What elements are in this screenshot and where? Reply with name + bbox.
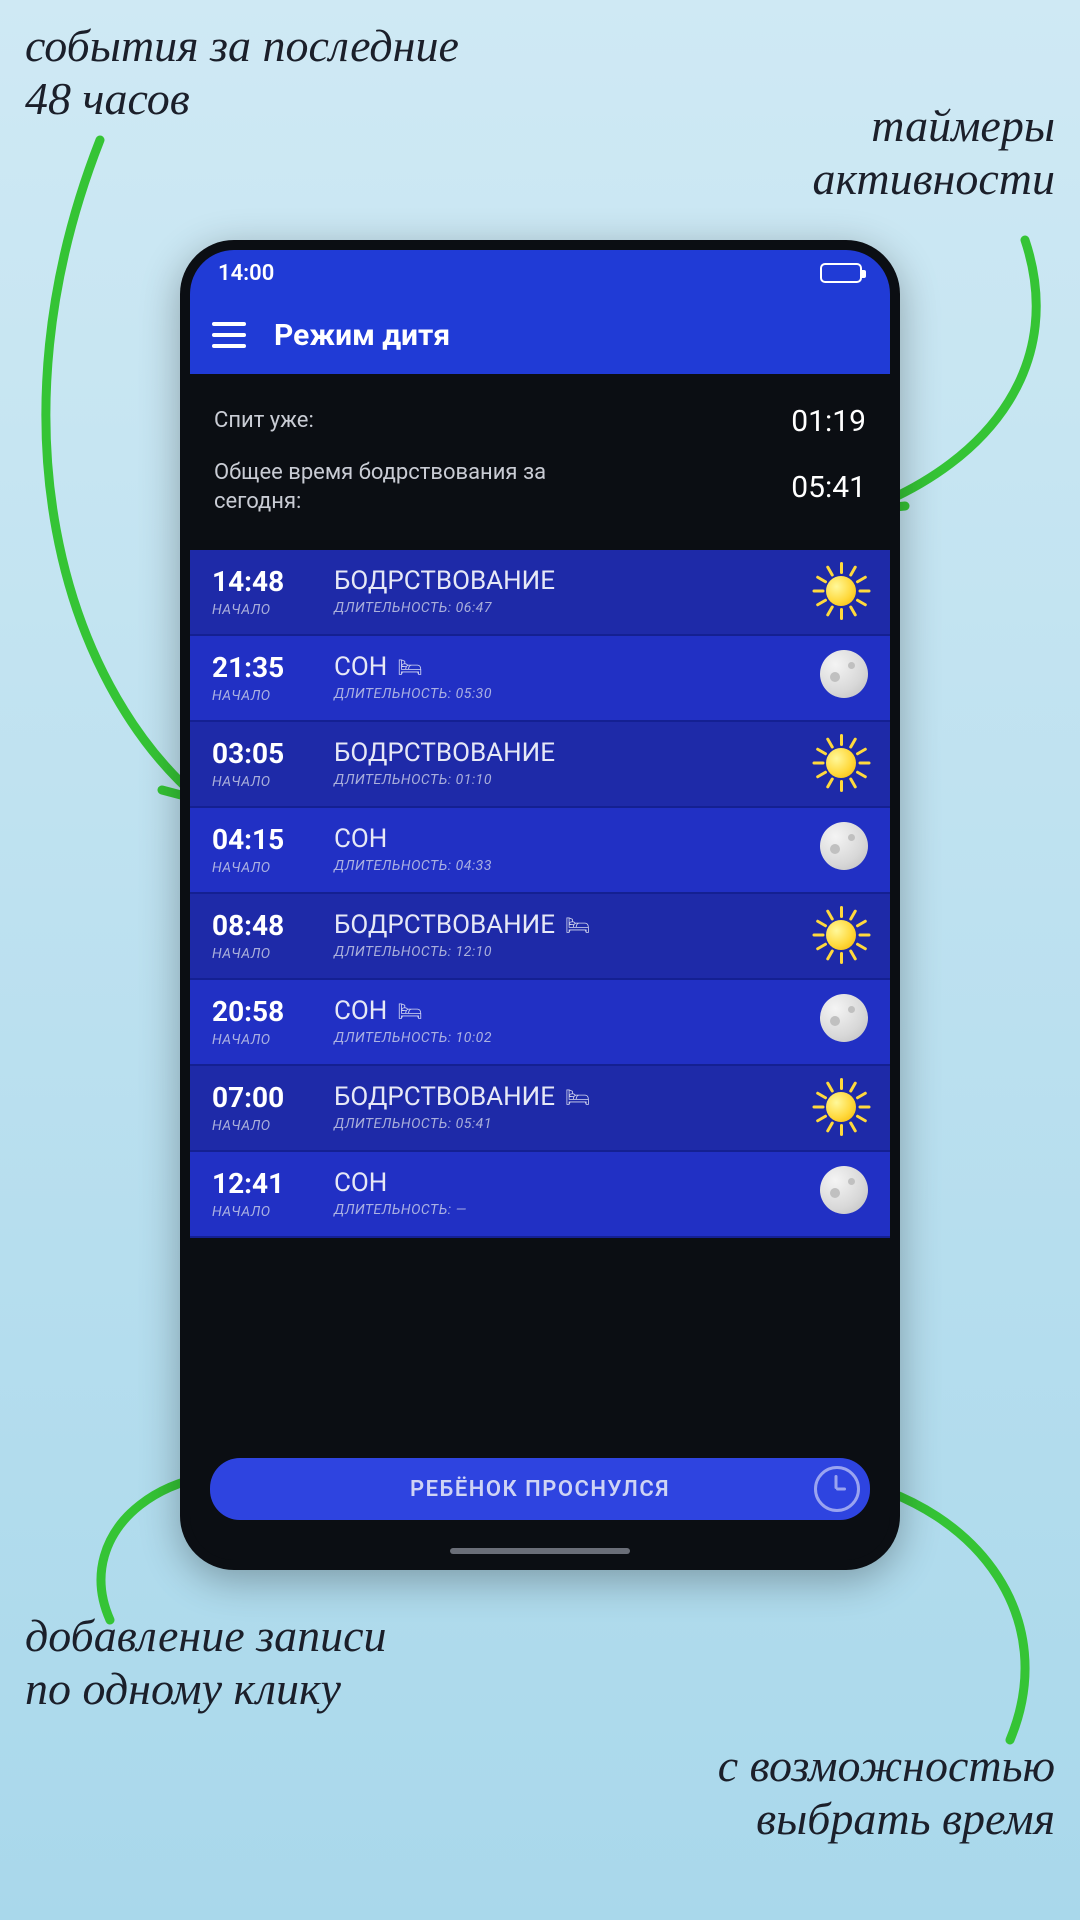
timer-row-awake-total: Общее время бодрствования за сегодня: 05…: [214, 449, 866, 526]
status-bar: 14:00: [190, 250, 890, 296]
event-row[interactable]: 21:35 НАЧАЛО СОН🛏 ДЛИТЕЛЬНОСТЬ: 05:30: [190, 636, 890, 722]
moon-icon: [814, 822, 868, 876]
event-title: СОН🛏: [334, 996, 786, 1026]
event-duration: ДЛИТЕЛЬНОСТЬ: 01:10: [334, 772, 786, 788]
app-bar: Режим дитя: [190, 296, 890, 374]
event-title: СОН: [334, 824, 786, 854]
event-title: СОН: [334, 1168, 786, 1198]
event-row[interactable]: 08:48 НАЧАЛО БОДРСТВОВАНИЕ🛏 ДЛИТЕЛЬНОСТЬ: 1…: [190, 894, 890, 980]
annotation-one-click-add: добавление записи по одному клику: [25, 1610, 545, 1716]
battery-icon: [820, 263, 862, 283]
event-row[interactable]: 07:00 НАЧАЛО БОДРСТВОВАНИЕ🛏 ДЛИТЕЛЬНОСТЬ: 0…: [190, 1066, 890, 1152]
event-start-label: НАЧАЛО: [212, 774, 322, 790]
sun-icon: [814, 1080, 868, 1134]
app-title: Режим дитя: [274, 318, 450, 353]
event-row[interactable]: 20:58 НАЧАЛО СОН🛏 ДЛИТЕЛЬНОСТЬ: 10:02: [190, 980, 890, 1066]
timer-label: Спит уже:: [214, 407, 314, 436]
wake-up-button[interactable]: РЕБЁНОК ПРОСНУЛСЯ: [210, 1458, 870, 1520]
timer-value: 05:41: [791, 470, 866, 505]
timer-label: Общее время бодрствования за сегодня:: [214, 459, 614, 516]
bed-icon: 🛏: [397, 999, 422, 1023]
status-time: 14:00: [218, 261, 274, 286]
event-time: 21:35: [212, 651, 322, 684]
home-indicator: [450, 1548, 630, 1554]
sun-icon: [814, 564, 868, 618]
bed-icon: 🛏: [565, 913, 590, 937]
event-duration: ДЛИТЕЛЬНОСТЬ: 12:10: [334, 944, 786, 960]
event-start-label: НАЧАЛО: [212, 602, 322, 618]
annotation-choose-time: с возможностью выбрать время: [605, 1740, 1055, 1846]
event-row[interactable]: 04:15 НАЧАЛО СОН ДЛИТЕЛЬНОСТЬ: 04:33: [190, 808, 890, 894]
event-start-label: НАЧАЛО: [212, 1204, 322, 1220]
menu-icon[interactable]: [212, 322, 246, 348]
sun-icon: [814, 736, 868, 790]
moon-icon: [814, 994, 868, 1048]
annotation-events-48h: события за последние 48 часов: [25, 20, 545, 126]
event-start-label: НАЧАЛО: [212, 1032, 322, 1048]
timer-value: 01:19: [791, 404, 866, 439]
event-time: 12:41: [212, 1167, 322, 1200]
event-duration: ДЛИТЕЛЬНОСТЬ: 04:33: [334, 858, 786, 874]
event-duration: ДЛИТЕЛЬНОСТЬ: 06:47: [334, 600, 786, 616]
timer-row-sleeping: Спит уже: 01:19: [214, 394, 866, 449]
event-duration: ДЛИТЕЛЬНОСТЬ: 10:02: [334, 1030, 786, 1046]
event-duration: ДЛИТЕЛЬНОСТЬ: —: [334, 1202, 786, 1218]
event-duration: ДЛИТЕЛЬНОСТЬ: 05:41: [334, 1116, 786, 1132]
moon-icon: [814, 1166, 868, 1220]
event-start-label: НАЧАЛО: [212, 946, 322, 962]
timer-panel: Спит уже: 01:19 Общее время бодрствовани…: [190, 374, 890, 550]
event-time: 03:05: [212, 737, 322, 770]
event-row[interactable]: 14:48 НАЧАЛО БОДРСТВОВАНИЕ ДЛИТЕЛЬНОСТЬ: 06…: [190, 550, 890, 636]
moon-icon: [814, 650, 868, 704]
phone-screen: 14:00 Режим дитя Спит уже: 01:19 Общее в…: [190, 250, 890, 1560]
event-time: 07:00: [212, 1081, 322, 1114]
event-title: БОДРСТВОВАНИЕ🛏: [334, 1082, 786, 1112]
event-row[interactable]: 03:05 НАЧАЛО БОДРСТВОВАНИЕ ДЛИТЕЛЬНОСТЬ: 01…: [190, 722, 890, 808]
annotation-activity-timers: таймеры активности: [675, 100, 1055, 206]
phone-frame: 14:00 Режим дитя Спит уже: 01:19 Общее в…: [180, 240, 900, 1570]
event-row[interactable]: 12:41 НАЧАЛО СОН ДЛИТЕЛЬНОСТЬ: —: [190, 1152, 890, 1238]
event-time: 04:15: [212, 823, 322, 856]
event-start-label: НАЧАЛО: [212, 1118, 322, 1134]
event-start-label: НАЧАЛО: [212, 860, 322, 876]
event-start-label: НАЧАЛО: [212, 688, 322, 704]
event-title: БОДРСТВОВАНИЕ🛏: [334, 910, 786, 940]
event-time: 14:48: [212, 565, 322, 598]
event-time: 08:48: [212, 909, 322, 942]
event-title: БОДРСТВОВАНИЕ: [334, 738, 786, 768]
sun-icon: [814, 908, 868, 962]
event-title: БОДРСТВОВАНИЕ: [334, 566, 786, 596]
wake-up-button-label: РЕБЁНОК ПРОСНУЛСЯ: [410, 1477, 670, 1502]
event-time: 20:58: [212, 995, 322, 1028]
event-list[interactable]: 14:48 НАЧАЛО БОДРСТВОВАНИЕ ДЛИТЕЛЬНОСТЬ: 06…: [190, 550, 890, 1436]
event-duration: ДЛИТЕЛЬНОСТЬ: 05:30: [334, 686, 786, 702]
bottom-area: РЕБЁНОК ПРОСНУЛСЯ: [190, 1436, 890, 1560]
event-title: СОН🛏: [334, 652, 786, 682]
bed-icon: 🛏: [397, 655, 422, 679]
bed-icon: 🛏: [565, 1085, 590, 1109]
clock-icon[interactable]: [814, 1466, 860, 1512]
